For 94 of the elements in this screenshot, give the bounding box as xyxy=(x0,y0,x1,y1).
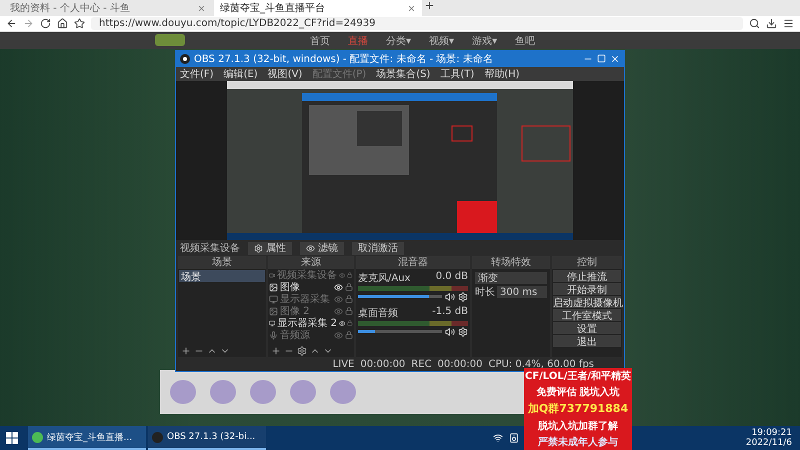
download-icon[interactable] xyxy=(766,18,777,29)
source-item[interactable]: 显示器采集 2 xyxy=(277,318,337,329)
maximize-icon[interactable] xyxy=(597,54,606,64)
star-icon[interactable] xyxy=(74,18,85,29)
menu-item[interactable]: 帮助(H) xyxy=(484,66,520,81)
eye-icon[interactable] xyxy=(338,318,346,328)
back-icon[interactable] xyxy=(6,18,17,29)
nav-link[interactable]: 首页 xyxy=(310,34,330,48)
panel-title: 转场特效 xyxy=(472,256,550,269)
close-icon[interactable] xyxy=(407,4,416,12)
obs-logo-icon xyxy=(180,54,190,64)
transition-select[interactable]: 渐变 xyxy=(475,272,547,284)
window-title: OBS 27.1.3 (32-bit, windows) - 配置文件: 未命名 - 场景: 未命名 xyxy=(194,52,494,66)
add-icon[interactable] xyxy=(181,346,191,356)
image-icon xyxy=(269,282,278,292)
control-button[interactable]: 停止推流 xyxy=(553,270,621,282)
microphone-icon xyxy=(269,330,278,340)
deactivate-button[interactable]: 取消激活 xyxy=(352,242,404,255)
duration-label: 时长 xyxy=(475,286,495,300)
source-label: 视频采集设备 xyxy=(180,242,240,256)
volume-slider[interactable] xyxy=(358,330,442,334)
properties-button[interactable]: 属性 xyxy=(248,242,292,255)
taskbar-app[interactable]: 绿茵夺宝_斗鱼直播... xyxy=(28,426,146,450)
live-label: LIVE xyxy=(332,358,354,370)
menu-item[interactable]: 场景集合(S) xyxy=(376,66,430,81)
source-item[interactable]: 音频源 xyxy=(280,330,332,341)
live-time: 00:00:00 xyxy=(360,358,406,370)
wifi-icon xyxy=(492,433,503,443)
lock-icon[interactable] xyxy=(345,283,353,292)
new-tab-icon[interactable] xyxy=(424,0,435,11)
close-icon[interactable] xyxy=(610,54,620,64)
obs-logo-icon xyxy=(152,432,163,442)
cpu-status: CPU: 0.4%, 60.00 fps xyxy=(488,358,594,370)
rec-label: REC xyxy=(411,358,432,370)
nav-link[interactable]: 视频▾ xyxy=(429,34,454,48)
lock-icon[interactable] xyxy=(345,307,353,316)
taskbar-app[interactable]: OBS 27.1.3 (32-bi... xyxy=(148,426,266,450)
speaker-icon[interactable] xyxy=(445,292,455,302)
search-icon[interactable] xyxy=(749,18,760,29)
promo-text: 脱坑入坑加群了解 xyxy=(538,419,618,433)
eye-icon xyxy=(306,244,315,253)
lock-icon[interactable] xyxy=(347,271,353,280)
menu-icon[interactable] xyxy=(783,18,794,29)
start-icon[interactable] xyxy=(6,432,18,444)
control-button[interactable]: 设置 xyxy=(553,322,621,334)
duration-field[interactable]: 300 ms xyxy=(497,286,547,298)
control-button[interactable]: 工作室模式 xyxy=(553,308,621,321)
control-button[interactable]: 启动虚拟摄像机 xyxy=(553,296,621,308)
channel-name: 麦克风/Aux xyxy=(358,272,410,285)
source-item[interactable]: 图像 xyxy=(280,282,332,293)
promo-text: 免费评估 脱坑入坑 xyxy=(536,385,620,400)
control-button[interactable]: 退出 xyxy=(553,334,621,347)
speaker-icon xyxy=(508,433,519,443)
menu-item[interactable]: 视图(V) xyxy=(268,66,302,81)
browser-logo-icon xyxy=(32,432,43,442)
gear-icon xyxy=(254,244,263,253)
monitor-icon xyxy=(269,294,278,304)
speaker-icon[interactable] xyxy=(445,326,455,337)
panel-title: 场景 xyxy=(178,256,266,269)
nav-link[interactable]: 游戏▾ xyxy=(472,34,498,48)
panel-title: 混音器 xyxy=(356,256,470,269)
settings-icon[interactable] xyxy=(297,346,307,356)
reload-icon[interactable] xyxy=(40,18,51,29)
menu-item[interactable]: 编辑(E) xyxy=(224,66,258,81)
lock-icon[interactable] xyxy=(345,331,353,340)
control-button[interactable]: 开始录制 xyxy=(553,282,621,295)
source-item[interactable]: 视频采集设备 xyxy=(277,270,338,281)
image-icon xyxy=(269,306,278,316)
source-item[interactable]: 图像 2 xyxy=(280,306,332,317)
nav-link[interactable]: 分类▾ xyxy=(386,34,412,48)
browser-tab[interactable]: 绿茵夺宝_斗鱼直播平台 xyxy=(214,0,422,16)
panel-title: 控制 xyxy=(552,256,622,269)
panel-title: 来源 xyxy=(268,256,354,269)
menu-item[interactable]: 工具(T) xyxy=(440,66,474,81)
clock[interactable]: 19:09:21 2022/11/6 xyxy=(746,428,800,448)
monitor-icon xyxy=(269,318,276,328)
close-icon[interactable] xyxy=(197,4,206,12)
promo-text: CF/LOL/王者/和平精英 xyxy=(524,370,631,384)
channel-reading: -1.5 dB xyxy=(432,306,468,319)
channel-reading: 0.0 dB xyxy=(436,270,468,284)
lock-icon[interactable] xyxy=(345,295,353,304)
home-icon[interactable] xyxy=(57,18,68,29)
channel-name: 桌面音频 xyxy=(358,306,398,320)
nav-link[interactable]: 鱼吧 xyxy=(515,34,536,48)
rec-time: 00:00:00 xyxy=(438,358,482,370)
scene-item[interactable]: 场景 xyxy=(179,270,265,282)
camera-icon xyxy=(269,270,276,280)
promo-text: 严禁未成年人参与 xyxy=(538,436,618,449)
filters-button[interactable]: 滤镜 xyxy=(300,242,344,255)
add-icon[interactable] xyxy=(271,346,281,356)
source-item[interactable]: 显示器采集 xyxy=(280,294,332,305)
promo-text: 加Q群737791884 xyxy=(528,401,628,416)
menu-item[interactable]: 文件(F) xyxy=(180,66,214,81)
address-field[interactable]: https://www.douyu.com/topic/LYDB2022_CF?rid=24939 xyxy=(91,17,743,30)
